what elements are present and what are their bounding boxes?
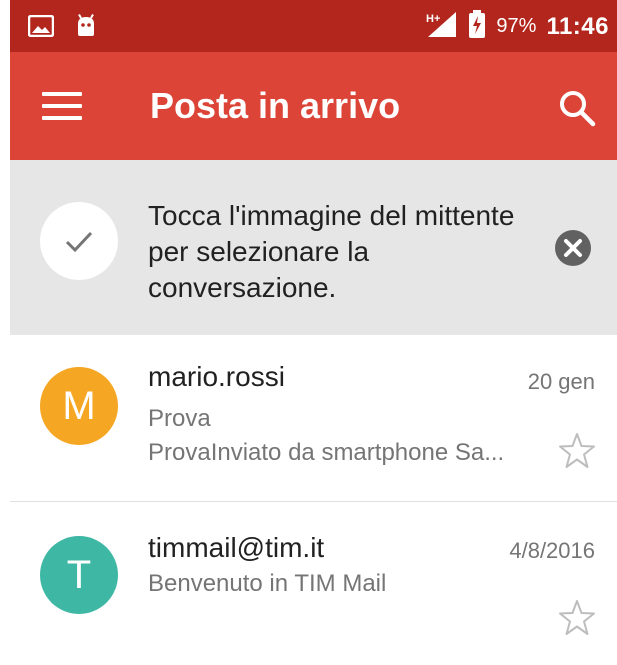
check-icon [40,202,118,280]
email-sender: timmail@tim.it [148,532,325,563]
status-time: 11:46 [546,12,609,40]
email-subject: Benvenuto in TIM Mail [148,570,387,597]
image-icon [27,14,55,42]
status-bar-left [27,14,98,43]
android-icon [74,14,98,43]
status-bar: H+ 97% 11:46 [10,0,617,52]
email-snippet: ProvaInviato da smartphone Sa... [148,439,505,466]
hamburger-menu-icon[interactable] [42,92,82,122]
avatar[interactable]: T [40,536,118,614]
email-subject: Prova [148,405,211,432]
svg-text:H+: H+ [426,13,440,25]
tip-text: Tocca l'immagine del mittente per selezi… [148,200,515,303]
status-bar-right: H+ 97% 11:46 [424,10,609,43]
battery-charging-icon [468,10,486,43]
email-sender: mario.rossi [148,361,285,392]
tip-banner: Tocca l'immagine del mittente per selezi… [10,160,617,335]
signal-h-plus-icon: H+ [424,10,458,43]
email-date: 4/8/2016 [509,538,595,563]
search-icon[interactable] [557,88,597,128]
email-list-item[interactable]: T timmail@tim.it 4/8/2016 Benvenuto in T… [10,502,617,665]
email-date: 20 gen [527,369,595,394]
battery-percentage: 97% [496,15,537,37]
star-icon[interactable] [557,431,597,471]
app-bar: Posta in arrivo [10,52,617,160]
avatar[interactable]: M [40,367,118,445]
star-icon[interactable] [557,598,597,638]
page-title: Posta in arrivo [150,85,401,126]
email-list-item[interactable]: M mario.rossi 20 gen Prova ProvaInviato … [10,335,617,502]
close-circle-icon[interactable] [553,228,593,268]
